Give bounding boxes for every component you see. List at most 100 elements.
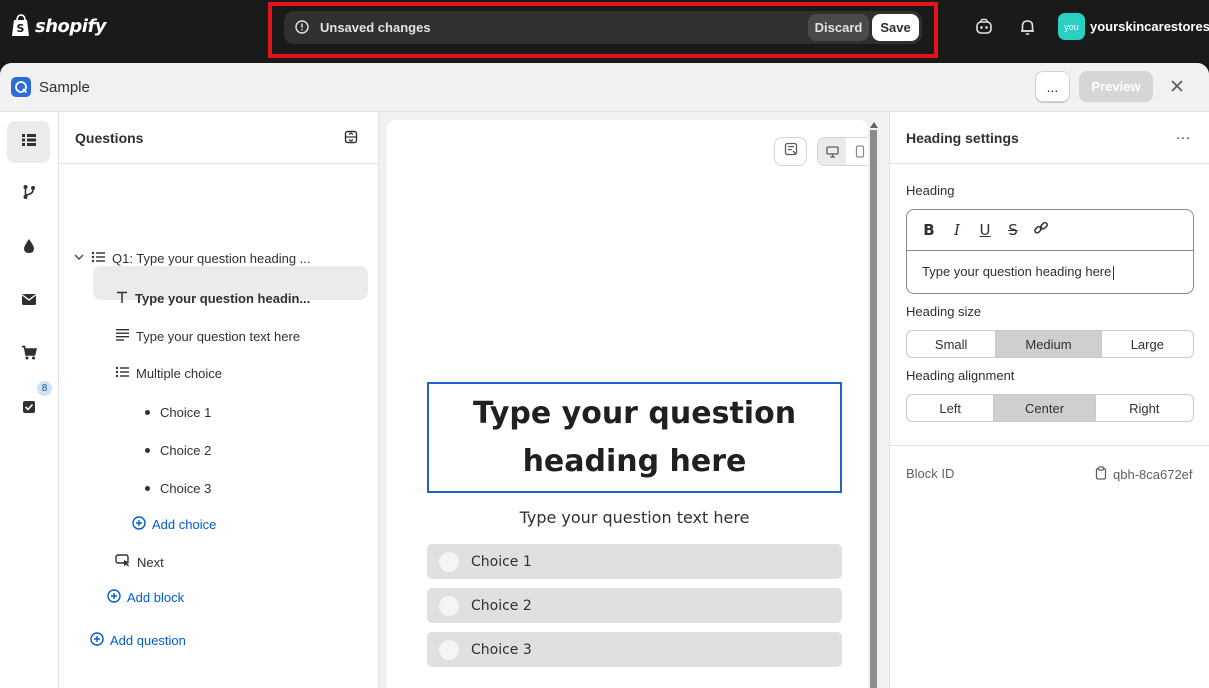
add-question-button[interactable]: Add question	[90, 632, 186, 649]
editor-toolbar: B I U S	[907, 210, 1193, 251]
choice-item-label: Choice 1	[160, 405, 212, 420]
avatar: you	[1058, 13, 1085, 40]
block-id-value: qbh-8ca672ef	[1113, 467, 1193, 482]
choice-item-label: Choice 2	[160, 443, 212, 458]
canvas-choice-label: Choice 3	[471, 641, 532, 658]
branch-icon	[22, 184, 36, 205]
size-option-large[interactable]: Large	[1102, 331, 1193, 357]
list-bullet-icon	[115, 366, 130, 381]
svg-text:S: S	[17, 22, 25, 35]
canvas-question-heading[interactable]: Type your question heading here	[427, 382, 842, 493]
preview-canvas: Type your question heading here Type you…	[387, 120, 875, 688]
radio-icon	[439, 595, 459, 616]
device-toggle	[817, 137, 875, 166]
block-text-item[interactable]: Type your question text here	[115, 328, 300, 344]
size-option-small[interactable]: Small	[907, 331, 997, 357]
bell-icon[interactable]	[1019, 18, 1036, 41]
plus-circle-icon	[107, 589, 121, 606]
choice-item-label: Choice 3	[160, 481, 212, 496]
add-choice-label: Add choice	[152, 517, 217, 532]
question-q1-row[interactable]: Q1: Type your question heading ...	[73, 251, 311, 266]
canvas-question-text[interactable]: Type your question text here	[427, 508, 842, 527]
rail-email[interactable]	[7, 281, 50, 323]
heading-rich-text-editor[interactable]: B I U S Type your question heading here	[906, 209, 1194, 294]
align-option-left[interactable]: Left	[907, 395, 995, 421]
strikethrough-icon[interactable]: S	[1004, 221, 1022, 239]
add-block-button[interactable]: Add block	[107, 589, 184, 606]
next-button-item[interactable]: Next	[115, 554, 164, 570]
heading-value[interactable]: Type your question heading here	[922, 264, 1115, 280]
left-rail: 8	[0, 112, 59, 688]
align-option-center[interactable]: Center	[994, 395, 1096, 421]
heading-alignment-selector: Left Center Right	[906, 394, 1194, 422]
modal-title: Sample	[39, 79, 90, 96]
store-name: yourskincarestores	[1090, 19, 1209, 34]
bullet-icon	[145, 410, 150, 415]
canvas-choice-3[interactable]: Choice 3	[427, 632, 842, 667]
rail-products[interactable]	[7, 334, 50, 376]
choice-item-2[interactable]: Choice 2	[145, 443, 211, 458]
block-multiple-choice-item[interactable]: Multiple choice	[115, 366, 222, 381]
settings-header: Heading settings …	[890, 112, 1209, 164]
questions-panel: Questions Q1: Type your question heading…	[59, 112, 379, 688]
next-label: Next	[137, 554, 164, 570]
block-heading-label: Type your question headin...	[135, 291, 311, 306]
block-heading-item[interactable]: Type your question headin...	[115, 290, 310, 307]
radio-icon	[439, 551, 459, 572]
paragraph-icon	[115, 328, 130, 344]
underline-icon[interactable]: U	[976, 221, 994, 239]
highlight-box	[268, 2, 938, 58]
shopify-logo[interactable]: S shopify	[11, 14, 107, 38]
block-id-label: Block ID	[906, 466, 955, 481]
envelope-icon	[21, 293, 37, 311]
desktop-view-button[interactable]	[818, 138, 846, 165]
plus-circle-icon	[132, 516, 146, 533]
droplet-icon	[23, 238, 35, 259]
link-icon[interactable]	[1032, 220, 1050, 240]
questions-header: Questions	[59, 112, 379, 164]
bullet-icon	[145, 448, 150, 453]
align-option-right[interactable]: Right	[1096, 395, 1193, 421]
rail-questions[interactable]	[7, 121, 50, 163]
app-logo-icon	[11, 77, 31, 97]
canvas-scrollbar-thumb[interactable]	[870, 130, 877, 688]
more-actions-button[interactable]: ...	[1035, 71, 1070, 102]
modal-header: Sample ... Preview	[0, 63, 1209, 112]
rail-tasks[interactable]: 8	[7, 381, 52, 430]
heading-size-label: Heading size	[906, 304, 982, 319]
edit-mode-button[interactable]	[774, 137, 807, 166]
cart-icon	[21, 345, 37, 365]
question-q1-label: Q1: Type your question heading ...	[112, 251, 311, 266]
add-choice-button[interactable]: Add choice	[132, 516, 216, 533]
choice-item-1[interactable]: Choice 1	[145, 405, 211, 420]
clipboard-icon	[1095, 466, 1107, 483]
size-option-medium[interactable]: Medium	[996, 331, 1102, 357]
store-menu[interactable]: you yourskincarestores	[1058, 13, 1209, 40]
heading-field-label: Heading	[906, 183, 955, 198]
canvas-choice-2[interactable]: Choice 2	[427, 588, 842, 623]
bullet-icon	[145, 486, 150, 491]
sidekick-icon[interactable]	[975, 18, 993, 41]
rail-logic[interactable]	[7, 173, 50, 215]
heading-alignment-label: Heading alignment	[906, 368, 1015, 383]
scroll-up-arrow-icon[interactable]	[870, 122, 878, 128]
rail-design[interactable]	[7, 227, 50, 269]
list-icon	[21, 133, 37, 152]
bold-icon[interactable]: B	[920, 221, 938, 239]
preview-canvas-area: Type your question heading here Type you…	[379, 112, 889, 688]
canvas-choice-label: Choice 1	[471, 553, 532, 570]
chevron-down-icon[interactable]	[73, 251, 85, 266]
close-icon[interactable]	[1168, 77, 1186, 100]
text-type-icon	[115, 290, 129, 307]
preview-button[interactable]: Preview	[1079, 71, 1153, 102]
italic-icon[interactable]: I	[948, 221, 966, 239]
choice-item-3[interactable]: Choice 3	[145, 481, 211, 496]
questions-title: Questions	[75, 130, 144, 146]
more-horizontal-icon[interactable]: …	[1175, 126, 1192, 144]
shopping-bag-icon: S	[11, 14, 31, 38]
settings-divider	[890, 445, 1209, 446]
collapse-expand-icon[interactable]	[344, 130, 358, 149]
canvas-choice-1[interactable]: Choice 1	[427, 544, 842, 579]
edit-preview-icon	[784, 142, 798, 161]
block-id-copy[interactable]: qbh-8ca672ef	[1095, 466, 1193, 483]
